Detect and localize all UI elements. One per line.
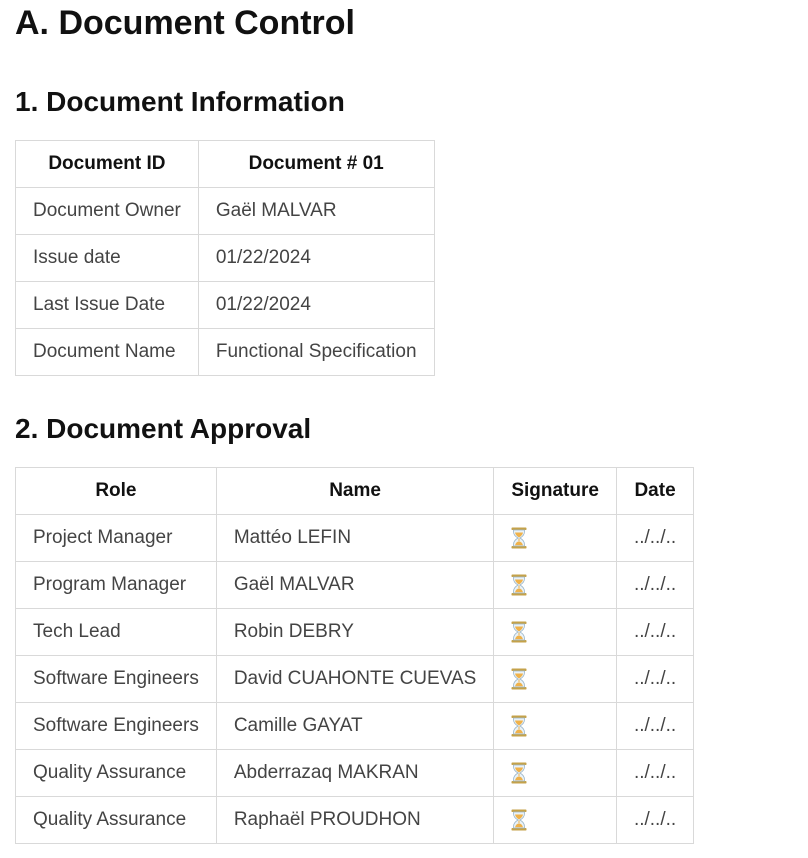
role-cell: Quality Assurance bbox=[15, 796, 217, 844]
header-cell: Document ID bbox=[15, 140, 199, 188]
name-cell: Camille GAYAT bbox=[215, 702, 495, 750]
role-cell: Software Engineers bbox=[15, 702, 217, 750]
role-cell: Program Manager bbox=[15, 561, 217, 609]
table-header-row: Role Name Signature Date bbox=[15, 467, 695, 515]
name-cell: Gaël MALVAR bbox=[215, 561, 495, 609]
document-control: A. Document Control 1. Document Informat… bbox=[15, 0, 695, 844]
role-cell: Tech Lead bbox=[15, 608, 217, 656]
signature-cell bbox=[493, 655, 617, 703]
document-information-table: Document ID Document # 01 Document Owner… bbox=[15, 140, 435, 376]
table-row: Quality Assurance Raphaël PROUDHON ../../.… bbox=[15, 796, 695, 844]
table-row: Software Engineers Camille GAYAT ../../.. bbox=[15, 702, 695, 750]
signature-cell bbox=[493, 796, 617, 844]
hourglass-icon bbox=[511, 574, 527, 596]
hourglass-icon bbox=[511, 621, 527, 643]
date-cell: ../../.. bbox=[615, 608, 695, 656]
header-cell-name: Name bbox=[215, 467, 495, 515]
table-row: Last Issue Date 01/22/2024 bbox=[15, 281, 435, 329]
date-cell: ../../.. bbox=[615, 702, 695, 750]
name-cell: David CUAHONTE CUEVAS bbox=[215, 655, 495, 703]
hourglass-icon bbox=[511, 668, 527, 690]
table-row: Quality Assurance Abderrazaq MAKRAN ../../… bbox=[15, 749, 695, 797]
signature-cell bbox=[493, 608, 617, 656]
field-label: Document Name bbox=[15, 328, 199, 376]
header-cell: Document # 01 bbox=[197, 140, 435, 188]
page-title: A. Document Control bbox=[15, 4, 355, 42]
role-cell: Project Manager bbox=[15, 514, 217, 562]
name-cell: Mattéo LEFIN bbox=[215, 514, 495, 562]
date-cell: ../../.. bbox=[615, 655, 695, 703]
signature-cell bbox=[493, 561, 617, 609]
field-value: Functional Specification bbox=[197, 328, 435, 376]
header-cell-date: Date bbox=[615, 467, 695, 515]
role-cell: Software Engineers bbox=[15, 655, 217, 703]
header-cell-signature: Signature bbox=[493, 467, 617, 515]
table-row: Document Owner Gaël MALVAR bbox=[15, 187, 435, 235]
table-header-row: Document ID Document # 01 bbox=[15, 140, 435, 188]
signature-cell bbox=[493, 702, 617, 750]
section-heading-document-approval: 2. Document Approval bbox=[15, 413, 312, 444]
approval-rows: Project Manager Mattéo LEFIN ../../.. Progr… bbox=[15, 514, 695, 844]
field-label: Document Owner bbox=[15, 187, 199, 235]
date-cell: ../../.. bbox=[615, 749, 695, 797]
date-cell: ../../.. bbox=[615, 561, 695, 609]
header-cell-role: Role bbox=[15, 467, 217, 515]
table-row: Document Name Functional Specification bbox=[15, 328, 435, 376]
section-heading-document-information: 1. Document Information bbox=[15, 86, 345, 117]
field-value: Gaël MALVAR bbox=[197, 187, 435, 235]
field-value: 01/22/2024 bbox=[197, 281, 435, 329]
date-cell: ../../.. bbox=[615, 514, 695, 562]
field-label: Last Issue Date bbox=[15, 281, 199, 329]
name-cell: Robin DEBRY bbox=[215, 608, 495, 656]
hourglass-icon bbox=[511, 715, 527, 737]
role-cell: Quality Assurance bbox=[15, 749, 217, 797]
table-row: Software Engineers David CUAHONTE CUEVAS.… bbox=[15, 655, 695, 703]
table-row: Program Manager Gaël MALVAR ../../.. bbox=[15, 561, 695, 609]
signature-cell bbox=[493, 749, 617, 797]
hourglass-icon bbox=[511, 527, 527, 549]
table-row: Project Manager Mattéo LEFIN ../../.. bbox=[15, 514, 695, 562]
hourglass-icon bbox=[511, 809, 527, 831]
name-cell: Raphaël PROUDHON bbox=[215, 796, 495, 844]
signature-cell bbox=[493, 514, 617, 562]
table-row: Issue date 01/22/2024 bbox=[15, 234, 435, 282]
field-value: 01/22/2024 bbox=[197, 234, 435, 282]
name-cell: Abderrazaq MAKRAN bbox=[215, 749, 495, 797]
date-cell: ../../.. bbox=[615, 796, 695, 844]
field-label: Issue date bbox=[15, 234, 199, 282]
table-row: Tech Lead Robin DEBRY ../../.. bbox=[15, 608, 695, 656]
document-approval-table: Role Name Signature Date Project Manager… bbox=[15, 467, 695, 844]
hourglass-icon bbox=[511, 762, 527, 784]
